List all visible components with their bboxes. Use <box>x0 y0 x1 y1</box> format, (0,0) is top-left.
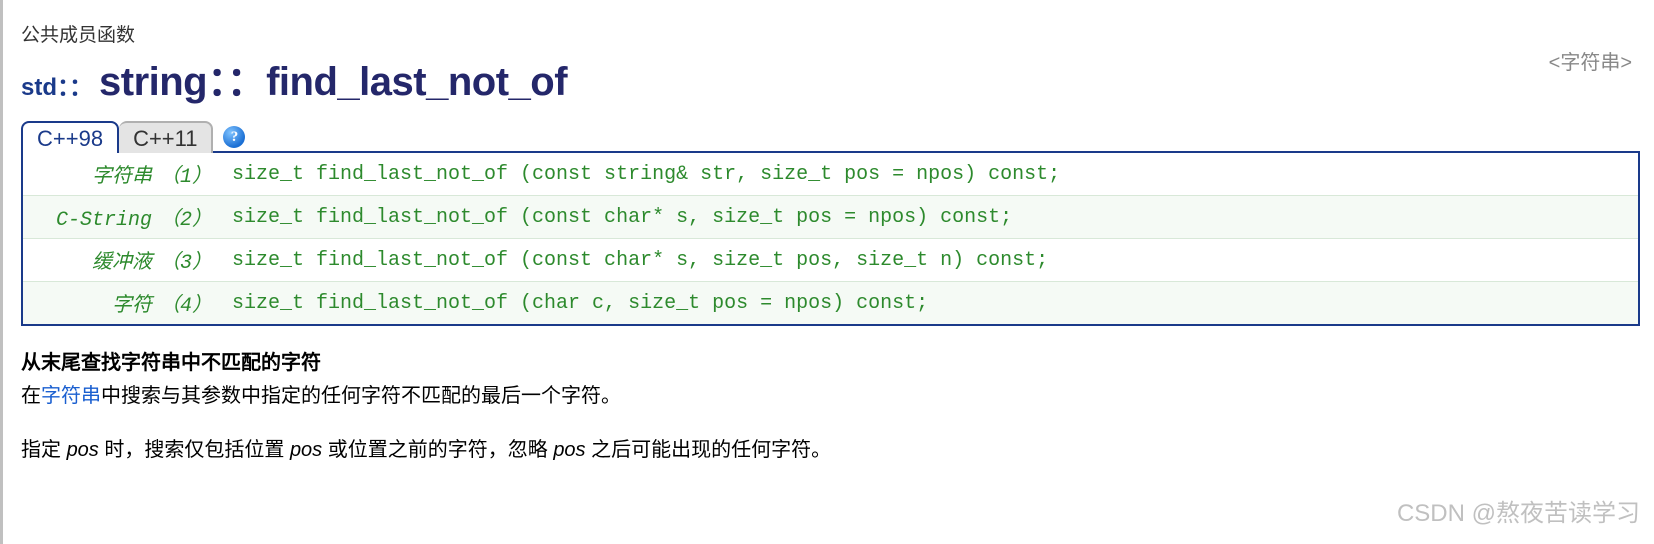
version-tabs: C++98 C++11 ? <box>21 121 1642 153</box>
table-row: 缓冲液 （3） size_t find_last_not_of (const ch… <box>22 239 1639 282</box>
paragraph: 指定 pos 时，搜索仅包括位置 pos 或位置之前的字符，忽略 pos 之后可… <box>21 435 1642 465</box>
param-pos: pos <box>553 439 585 461</box>
sig-index: （1） <box>160 166 212 189</box>
namespace-prefix: std：： <box>21 67 93 102</box>
paragraph: 在字符串中搜索与其参数中指定的任何字符不匹配的最后一个字符。 <box>21 381 1642 411</box>
table-row: 字符 （4） size_t find_last_not_of (char c, s… <box>22 282 1639 326</box>
help-icon[interactable]: ? <box>223 126 245 148</box>
text: 时，搜索仅包括位置 <box>99 439 290 461</box>
text: 中搜索与其参数中指定的任何字符不匹配的最后一个字符。 <box>101 385 621 407</box>
text: 在 <box>21 385 41 407</box>
sig-index: （4） <box>160 295 212 318</box>
sig-code: size_t find_last_not_of (char c, size_t … <box>222 282 1639 326</box>
function-name: string：：find_last_not_of <box>99 49 567 107</box>
table-row: 字符串 （1） size_t find_last_not_of (const st… <box>22 152 1639 196</box>
text: 指定 <box>21 439 67 461</box>
param-pos: pos <box>67 439 99 461</box>
sig-code: size_t find_last_not_of (const char* s, … <box>222 239 1639 282</box>
header-include-link[interactable]: <字符串> <box>1549 20 1642 75</box>
sig-index: （3） <box>160 252 212 275</box>
table-row: C-String （2） size_t find_last_not_of (con… <box>22 196 1639 239</box>
sig-kind-label: 字符 <box>112 295 152 318</box>
text: 或位置之前的字符，忽略 <box>322 439 553 461</box>
string-link[interactable]: 字符串 <box>41 385 101 407</box>
sig-code: size_t find_last_not_of (const char* s, … <box>222 196 1639 239</box>
page-title: std：： string：：find_last_not_of <box>21 49 1549 107</box>
param-pos: pos <box>290 439 322 461</box>
tab-cpp98[interactable]: C++98 <box>21 121 119 153</box>
sig-kind-label: 缓冲液 <box>92 252 152 275</box>
sig-index: （2） <box>160 209 212 232</box>
tab-cpp11[interactable]: C++11 <box>119 121 213 153</box>
sig-kind-label: C-String <box>56 209 152 232</box>
signatures-table: 字符串 （1） size_t find_last_not_of (const st… <box>21 151 1640 326</box>
category-label: 公共成员函数 <box>21 20 1549 47</box>
header-row: 公共成员函数 std：： string：：find_last_not_of <字… <box>21 20 1642 107</box>
section-heading: 从末尾查找字符串中不匹配的字符 <box>21 346 1642 375</box>
sig-code: size_t find_last_not_of (const string& s… <box>222 152 1639 196</box>
sig-kind-label: 字符串 <box>92 166 152 189</box>
watermark: CSDN @熬夜苦读学习 <box>1397 493 1640 528</box>
text: 之后可能出现的任何字符。 <box>586 439 832 461</box>
